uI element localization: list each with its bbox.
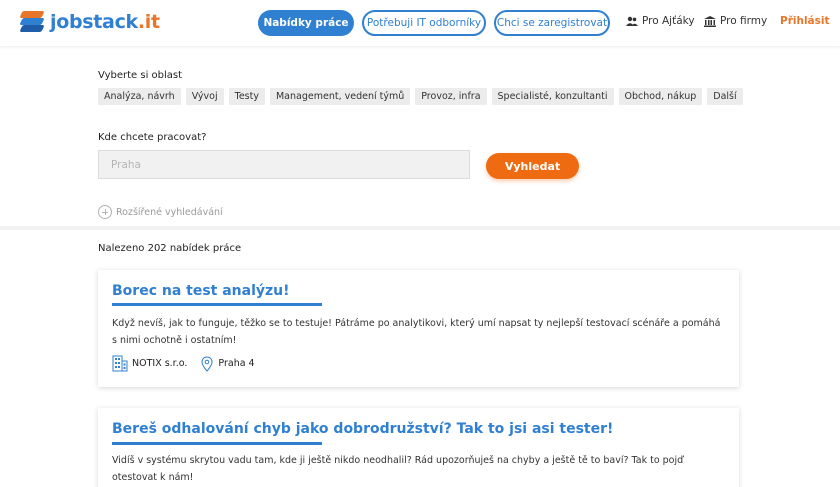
title-underline: [112, 442, 322, 445]
job-meta: NOTIX s.r.o. Praha 4: [112, 355, 255, 372]
nav-need-it-experts-button[interactable]: Potřebuji IT odborníky: [362, 10, 486, 36]
area-tag[interactable]: Management, vedení týmů: [269, 88, 411, 105]
area-tag[interactable]: Analýza, návrh: [98, 88, 181, 105]
nav-link-ajtaky[interactable]: Pro Ajťáky: [626, 15, 695, 27]
job-title[interactable]: Bereš odhalování chyb jako dobrodružství…: [112, 421, 613, 437]
advanced-search-toggle[interactable]: Rozšířené vyhledávání: [98, 205, 223, 219]
results-count: Nalezeno 202 nabídek práce: [98, 243, 242, 254]
logo[interactable]: jobstack.it: [19, 10, 160, 34]
nav-register-button[interactable]: Chci se zaregistrovat: [494, 10, 610, 36]
company-building-icon: [112, 355, 128, 372]
advanced-search-label: Rozšířené vyhledávání: [116, 206, 223, 218]
people-icon: [626, 16, 638, 26]
bank-building-icon: [704, 15, 716, 27]
job-description: Když nevíš, jak to funguje, těžko se to …: [112, 318, 721, 346]
location-input[interactable]: [98, 150, 470, 179]
area-tag[interactable]: Provoz, infra: [415, 88, 487, 105]
login-link[interactable]: Přihlásit: [780, 15, 830, 27]
top-header: jobstack.it Nabídky práce Potřebuji IT o…: [0, 0, 840, 46]
plus-circle-icon: [98, 205, 112, 219]
section-divider: [0, 226, 840, 229]
job-location: Praha 4: [218, 358, 255, 369]
logo-stack-icon: [19, 11, 46, 33]
area-label: Vyberte si oblast: [98, 70, 183, 81]
area-tag[interactable]: Specialisté, konzultanti: [491, 88, 614, 105]
area-tag[interactable]: Další: [707, 88, 743, 105]
job-card[interactable]: Borec na test analýzu! Když nevíš, jak t…: [98, 270, 739, 387]
area-tag[interactable]: Vývoj: [185, 88, 224, 105]
logo-text: jobstack.it: [50, 11, 160, 33]
area-tag[interactable]: Obchod, nákup: [618, 88, 703, 105]
area-tags: Analýza, návrh Vývoj Testy Management, v…: [98, 88, 743, 105]
nav-job-offers-button[interactable]: Nabídky práce: [258, 10, 354, 36]
location-label: Kde chcete pracovat?: [98, 132, 207, 143]
nav-link-firmy[interactable]: Pro firmy: [704, 15, 767, 27]
job-company: NOTIX s.r.o.: [132, 358, 188, 369]
job-description: Vidíš v systému skrytou vadu tam, kde ji…: [112, 455, 684, 483]
job-title[interactable]: Borec na test analýzu!: [112, 283, 290, 299]
job-card[interactable]: Bereš odhalování chyb jako dobrodružství…: [98, 408, 739, 487]
location-pin-icon: [201, 355, 213, 372]
title-underline: [112, 303, 322, 306]
search-button[interactable]: Vyhledat: [486, 153, 579, 179]
area-tag[interactable]: Testy: [228, 88, 265, 105]
